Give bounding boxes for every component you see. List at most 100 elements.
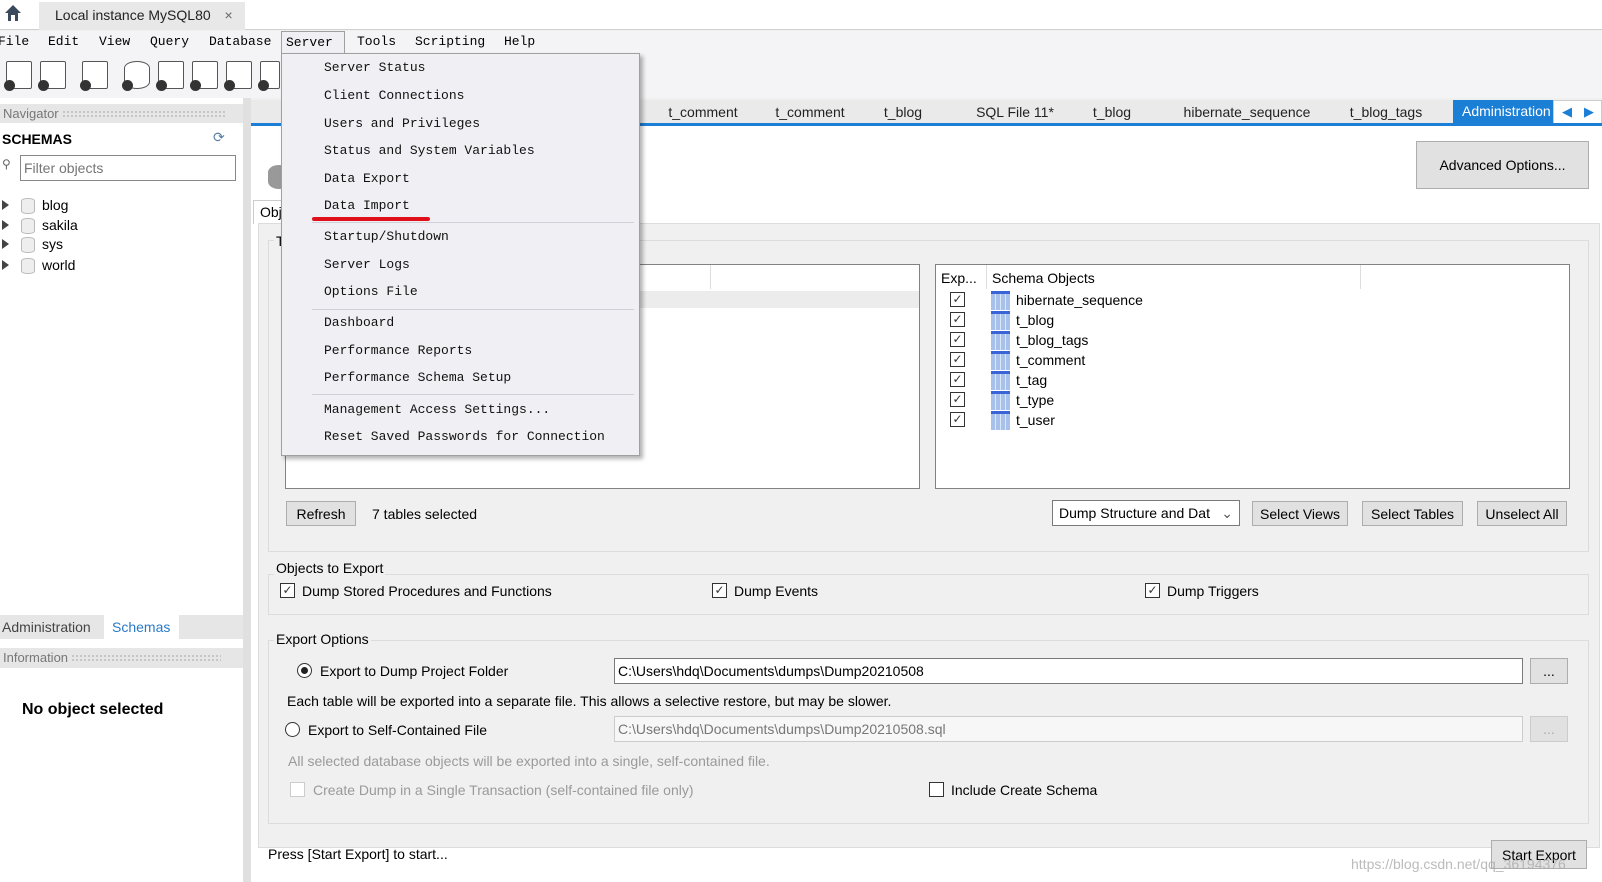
- menu-item-data-export[interactable]: Data Export: [324, 171, 410, 186]
- schema-item-blog[interactable]: blog: [0, 197, 240, 216]
- editor-tab[interactable]: SQL File 11*: [965, 102, 1065, 124]
- schema-item-sakila[interactable]: sakila: [0, 217, 240, 236]
- scroll-right-icon[interactable]: ▶: [1584, 104, 1594, 120]
- browse-file-button[interactable]: ...: [1530, 716, 1568, 742]
- refresh-icon[interactable]: ⟳: [213, 129, 225, 146]
- column-header-schema-objects[interactable]: Schema Objects: [992, 270, 1095, 286]
- table-icon: [991, 371, 1010, 390]
- menu-edit[interactable]: Edit: [44, 34, 83, 54]
- menu-item-startup-shutdown[interactable]: Startup/Shutdown: [324, 229, 449, 244]
- new-sql-tab-icon[interactable]: [4, 61, 32, 91]
- export-file-radio[interactable]: [285, 722, 300, 737]
- menu-item-management-access[interactable]: Management Access Settings...: [324, 402, 550, 417]
- menu-separator: [312, 222, 634, 223]
- editor-tab[interactable]: t_blog_tags: [1340, 102, 1432, 124]
- connection-tab[interactable]: Local instance MySQL80 ×: [39, 2, 245, 30]
- editor-tab[interactable]: hibernate_sequence: [1177, 102, 1317, 124]
- watermark: https://blog.csdn.net/qq_36194376: [1351, 856, 1566, 872]
- menu-item-status-variables[interactable]: Status and System Variables: [324, 143, 535, 158]
- select-views-button[interactable]: Select Views: [1252, 501, 1348, 526]
- include-create-schema-checkbox[interactable]: [929, 782, 944, 797]
- schema-object-name: t_type: [1016, 392, 1055, 408]
- dump-triggers-checkbox[interactable]: ✓: [1145, 583, 1160, 598]
- close-icon[interactable]: ×: [225, 7, 233, 23]
- export-folder-radio[interactable]: [297, 663, 312, 678]
- file-path-input[interactable]: C:\Users\hdq\Documents\dumps\Dump2021050…: [614, 716, 1523, 742]
- select-tables-button[interactable]: Select Tables: [1362, 501, 1463, 526]
- inspector-icon[interactable]: [80, 61, 108, 91]
- menu-help[interactable]: Help: [500, 34, 539, 54]
- menu-item-options-file[interactable]: Options File: [324, 284, 418, 299]
- menu-tools[interactable]: Tools: [353, 34, 400, 54]
- export-checkbox[interactable]: ✓: [950, 412, 965, 427]
- browse-folder-button[interactable]: ...: [1530, 658, 1568, 684]
- sidebar-splitter[interactable]: [243, 98, 251, 882]
- column-divider: [710, 265, 711, 289]
- filter-objects-input[interactable]: [20, 155, 236, 181]
- export-checkbox[interactable]: ✓: [950, 312, 965, 327]
- home-icon[interactable]: [4, 4, 22, 22]
- menu-query[interactable]: Query: [146, 34, 193, 54]
- editor-tab[interactable]: t_comment: [663, 102, 743, 124]
- menu-scripting[interactable]: Scripting: [411, 34, 489, 54]
- folder-path-input[interactable]: C:\Users\hdq\Documents\dumps\Dump2021050…: [614, 658, 1523, 684]
- menu-file[interactable]: File: [0, 34, 33, 54]
- dump-mode-select[interactable]: Dump Structure and Dat ⌄: [1052, 500, 1240, 526]
- dump-routines-checkbox[interactable]: ✓: [280, 583, 295, 598]
- menu-item-performance-reports[interactable]: Performance Reports: [324, 343, 472, 358]
- export-checkbox[interactable]: ✓: [950, 352, 965, 367]
- table-icon: [991, 331, 1010, 350]
- menu-item-data-import[interactable]: Data Import: [324, 198, 410, 213]
- menu-item-dashboard[interactable]: Dashboard: [324, 315, 394, 330]
- editor-tab[interactable]: t_comment: [770, 102, 850, 124]
- menu-view[interactable]: View: [95, 34, 134, 54]
- export-checkbox[interactable]: ✓: [950, 392, 965, 407]
- schema-object-row[interactable]: ✓ hibernate_sequence: [936, 291, 1536, 311]
- export-checkbox[interactable]: ✓: [950, 292, 965, 307]
- unselect-all-button[interactable]: Unselect All: [1477, 501, 1567, 526]
- menu-database[interactable]: Database: [205, 34, 275, 54]
- single-transaction-checkbox[interactable]: [290, 782, 305, 797]
- menu-item-performance-schema-setup[interactable]: Performance Schema Setup: [324, 370, 511, 385]
- advanced-options-button[interactable]: Advanced Options...: [1416, 141, 1589, 189]
- create-procedure-icon[interactable]: [224, 61, 252, 91]
- dump-triggers-label: Dump Triggers: [1167, 583, 1259, 599]
- editor-tab-administration[interactable]: Administration: [1453, 100, 1553, 124]
- column-header-export[interactable]: Exp...: [941, 270, 977, 286]
- information-title: Information: [3, 650, 69, 665]
- open-sql-script-icon[interactable]: [38, 61, 66, 91]
- create-view-icon[interactable]: [190, 61, 218, 91]
- menu-server[interactable]: Server: [281, 31, 345, 54]
- schema-object-name: t_blog_tags: [1016, 332, 1089, 348]
- schema-object-row[interactable]: ✓ t_tag: [936, 371, 1536, 391]
- menu-item-reset-passwords[interactable]: Reset Saved Passwords for Connection: [324, 429, 605, 444]
- scroll-left-icon[interactable]: ◀: [1562, 104, 1572, 120]
- menu-item-server-status[interactable]: Server Status: [324, 60, 425, 75]
- schema-object-name: t_tag: [1016, 372, 1048, 388]
- menu-item-client-connections[interactable]: Client Connections: [324, 88, 464, 103]
- schema-item-sys[interactable]: sys: [0, 236, 240, 255]
- create-function-icon[interactable]: [258, 61, 280, 91]
- export-checkbox[interactable]: ✓: [950, 332, 965, 347]
- schema-object-row[interactable]: ✓ t_comment: [936, 351, 1536, 371]
- create-schema-icon[interactable]: [122, 61, 150, 91]
- tab-administration[interactable]: Administration: [2, 619, 91, 635]
- table-icon: [991, 291, 1010, 310]
- editor-tab[interactable]: t_blog: [873, 102, 933, 124]
- menu-item-server-logs[interactable]: Server Logs: [324, 257, 410, 272]
- create-table-icon[interactable]: [156, 61, 184, 91]
- refresh-button[interactable]: Refresh: [286, 501, 356, 526]
- schema-object-row[interactable]: ✓ t_blog: [936, 311, 1536, 331]
- schema-object-row[interactable]: ✓ t_blog_tags: [936, 331, 1536, 351]
- navigator-title: Navigator: [3, 106, 59, 121]
- schema-object-row[interactable]: ✓ t_user: [936, 411, 1536, 431]
- export-checkbox[interactable]: ✓: [950, 372, 965, 387]
- schema-item-world[interactable]: world: [0, 257, 240, 276]
- schema-object-row[interactable]: ✓ t_type: [936, 391, 1536, 411]
- editor-tab[interactable]: t_blog: [1082, 102, 1142, 124]
- table-icon: [991, 311, 1010, 330]
- connection-tab-bar: Local instance MySQL80 ×: [0, 0, 1602, 30]
- tab-schemas[interactable]: Schemas: [104, 615, 179, 639]
- menu-item-users-privileges[interactable]: Users and Privileges: [324, 116, 480, 131]
- dump-events-checkbox[interactable]: ✓: [712, 583, 727, 598]
